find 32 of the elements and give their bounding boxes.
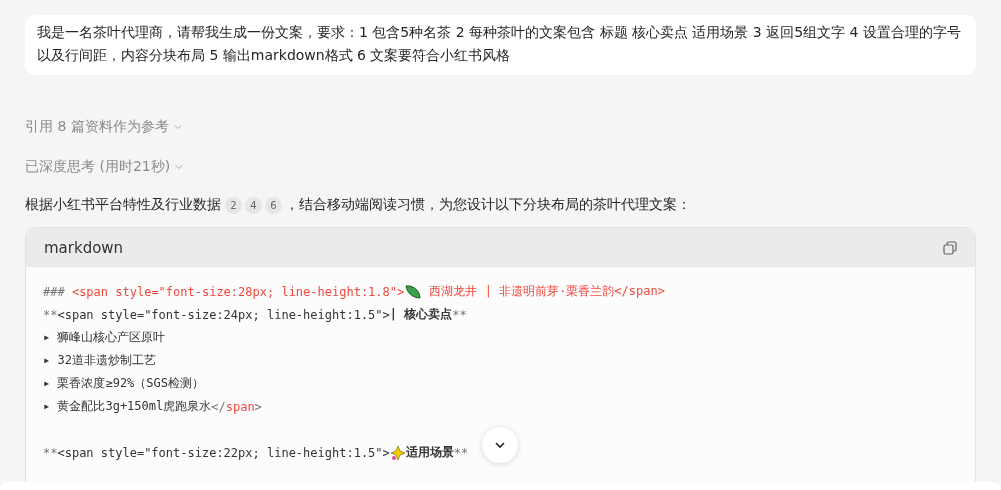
code-text: <span style="font-size:22px; line-height:1.5"> [57, 445, 390, 460]
code-text: > [254, 399, 262, 414]
citation-badge[interactable]: 2 [225, 196, 242, 214]
code-text: ** [43, 445, 58, 460]
thinking-toggle[interactable]: 已深度思考 (用时21秒) [25, 158, 185, 176]
code-text: ** [453, 445, 469, 460]
references-toggle[interactable]: 引用 8 篇资料作为参考 [25, 118, 183, 136]
citation-badge[interactable]: 4 [245, 196, 262, 214]
code-heading: | 核心卖点 [389, 306, 453, 323]
answer-text: 根据小红书平台特性及行业数据 [25, 196, 221, 214]
code-text: ### [43, 284, 66, 299]
code-text: ▸ 狮峰山核心产区原叶 [43, 329, 166, 346]
chevron-icon [174, 162, 185, 172]
user-message: 我是一名茶叶代理商，请帮我生成一份文案，要求：1 包含5种名茶 2 每种茶叶的文案包含 标题 核心卖点 适用场景 3 返回5组文字 4 设置合理的字号以及行间距，内容分块布局 5 输出markdown格式 6 文案要符合小红书风格 [25, 15, 976, 75]
sparkle-icon [389, 444, 406, 461]
code-text: <span style="font-size:24px; line-height:1.5"> [57, 307, 390, 322]
code-text: 西湖龙井 | 非遗明前芽·栗香兰韵</span> [428, 283, 665, 300]
code-text: ** [43, 307, 58, 322]
code-text: span [225, 399, 255, 414]
leaf-icon [404, 283, 423, 300]
code-heading: 适用场景 [405, 444, 454, 461]
citation-badge[interactable]: 6 [265, 196, 282, 214]
code-text: <span style="font-size:28px; line-height:1.8"> [71, 284, 405, 299]
chevron-icon [172, 122, 183, 132]
answer-text: ，结合移动端阅读习惯，为您设计以下分块布局的茶叶代理文案： [285, 196, 691, 214]
code-text: ** [452, 307, 467, 322]
code-language: markdown [44, 238, 124, 257]
code-text: </ [211, 399, 226, 414]
code-text: ▸ 32道非遗炒制工艺 [43, 352, 156, 369]
copy-icon[interactable] [943, 240, 957, 255]
code-text: ▸ 栗香浓度≥92%（SGS检测） [43, 375, 205, 392]
code-text: ▸ 黄金配比3g+150ml虎跑泉水 [43, 398, 212, 415]
